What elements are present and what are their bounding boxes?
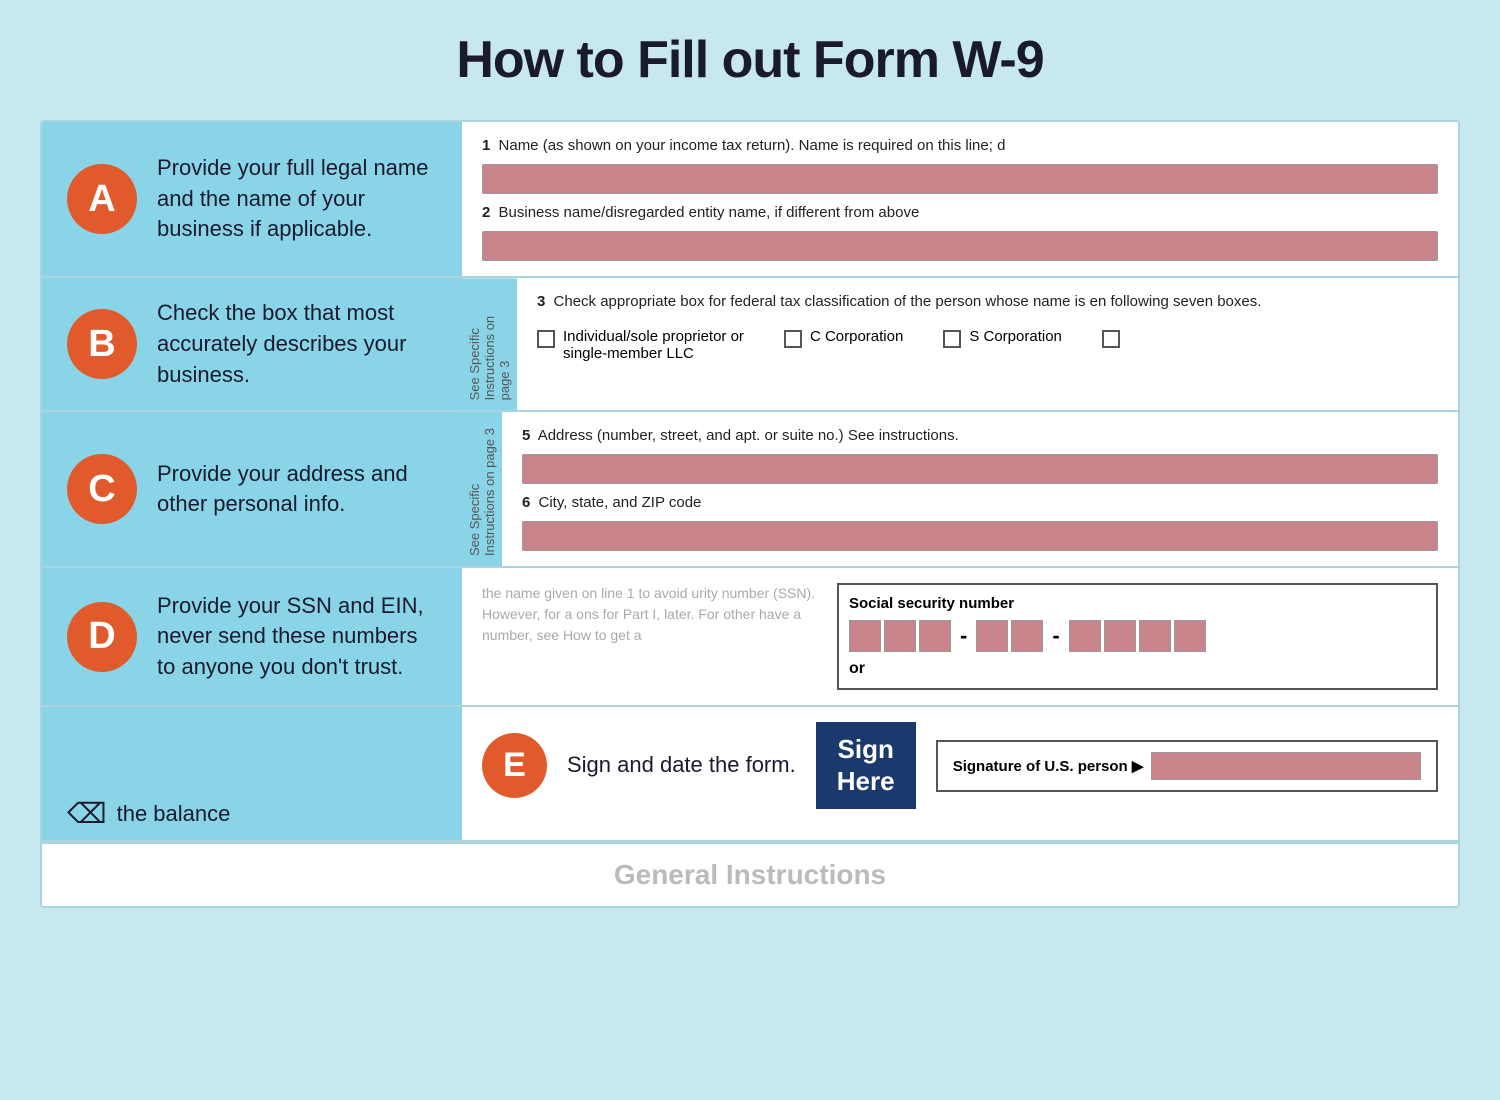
ssn-hint-text: the name given on line 1 to avoid urity … <box>482 583 822 646</box>
signature-label: Signature of U.S. person ▶ <box>953 757 1144 775</box>
ssn-cell-7[interactable] <box>1104 620 1136 652</box>
sign-here-box: Sign Here <box>816 722 916 808</box>
section-b-fields: 3 Check appropriate box for federal tax … <box>517 278 1458 410</box>
checkbox-c-corp-label: C Corporation <box>810 328 903 345</box>
badge-b: B <box>67 309 137 379</box>
section-c-left: C Provide your address and other persona… <box>42 412 462 566</box>
badge-a: A <box>67 164 137 234</box>
ssn-group-3 <box>1069 620 1206 652</box>
section-b-side-text: See Specific Instructions on page 3 <box>462 278 517 410</box>
row-c: C Provide your address and other persona… <box>42 412 1458 568</box>
ssn-label: Social security number <box>849 595 1426 612</box>
checkbox-individual-box[interactable] <box>537 330 555 348</box>
logo-area: ⌫ the balance <box>62 797 442 830</box>
section-c-description: Provide your address and other personal … <box>157 459 437 521</box>
ssn-cell-8[interactable] <box>1139 620 1171 652</box>
ssn-group-1 <box>849 620 951 652</box>
field2-input[interactable] <box>482 231 1438 261</box>
sign-here-line1: Sign <box>834 734 898 765</box>
checkbox-extra-box[interactable] <box>1102 330 1120 348</box>
signature-input[interactable] <box>1151 752 1421 780</box>
page-title: How to Fill out Form W-9 <box>40 30 1460 90</box>
logo-text: the balance <box>117 801 231 827</box>
ssn-cell-4[interactable] <box>976 620 1008 652</box>
section-d-description: Provide your SSN and EIN, never send the… <box>157 591 437 683</box>
logo-icon: ⌫ <box>67 797 107 830</box>
section-c-right-wrapper: See Specific Instructions on page 3 5 Ad… <box>462 412 1458 566</box>
section-c-side-text: See Specific Instructions on page 3 <box>462 412 502 566</box>
checkbox-c-corp-box[interactable] <box>784 330 802 348</box>
badge-d: D <box>67 602 137 672</box>
ssn-cell-1[interactable] <box>849 620 881 652</box>
field6-label: 6 City, state, and ZIP code <box>522 494 1438 511</box>
ssn-box: Social security number - - <box>837 583 1438 690</box>
signature-field: Signature of U.S. person ▶ <box>936 740 1438 792</box>
section-a-left: A Provide your full legal name and the n… <box>42 122 462 276</box>
ssn-or-label: or <box>849 660 1426 678</box>
section-b-left: B Check the box that most accurately des… <box>42 278 462 410</box>
checkbox-s-corp-label: S Corporation <box>969 328 1062 345</box>
checkbox-s-corp: S Corporation <box>943 328 1062 348</box>
badge-e: E <box>482 733 547 798</box>
section-e-description: Sign and date the form. <box>567 750 796 781</box>
checkboxes-row: Individual/sole proprietor or single-mem… <box>537 328 1438 362</box>
field1-input[interactable] <box>482 164 1438 194</box>
checkbox-s-corp-box[interactable] <box>943 330 961 348</box>
section-b-right-wrapper: See Specific Instructions on page 3 3 Ch… <box>462 278 1458 410</box>
badge-c: C <box>67 454 137 524</box>
section-e-right: E Sign and date the form. Sign Here Sign… <box>462 707 1458 840</box>
checkbox-individual-label: Individual/sole proprietor or single-mem… <box>563 328 744 362</box>
section-d-right: the name given on line 1 to avoid urity … <box>462 568 1458 705</box>
ssn-cell-5[interactable] <box>1011 620 1043 652</box>
row-b: B Check the box that most accurately des… <box>42 278 1458 412</box>
section-d-left: D Provide your SSN and EIN, never send t… <box>42 568 462 705</box>
row-e: ⌫ the balance E Sign and date the form. … <box>42 707 1458 842</box>
ssn-cell-9[interactable] <box>1174 620 1206 652</box>
row-a: A Provide your full legal name and the n… <box>42 122 1458 278</box>
main-container: A Provide your full legal name and the n… <box>40 120 1460 908</box>
field3-label: 3 Check appropriate box for federal tax … <box>537 293 1438 310</box>
field1-label: 1 Name (as shown on your income tax retu… <box>482 137 1438 154</box>
field2-label: 2 Business name/disregarded entity name,… <box>482 204 1438 221</box>
checkbox-c-corp: C Corporation <box>784 328 903 348</box>
ssn-cell-3[interactable] <box>919 620 951 652</box>
ssn-dash-1: - <box>960 623 967 649</box>
sign-row: E Sign and date the form. Sign Here Sign… <box>482 722 1438 808</box>
ssn-section: the name given on line 1 to avoid urity … <box>482 583 1438 690</box>
general-instructions-label: General Instructions <box>42 842 1458 906</box>
ssn-cell-2[interactable] <box>884 620 916 652</box>
checkbox-individual: Individual/sole proprietor or single-mem… <box>537 328 744 362</box>
field5-input[interactable] <box>522 454 1438 484</box>
sign-here-line2: Here <box>834 766 898 797</box>
ssn-group-2 <box>976 620 1043 652</box>
ssn-cell-6[interactable] <box>1069 620 1101 652</box>
ssn-dash-2: - <box>1052 623 1059 649</box>
field6-input[interactable] <box>522 521 1438 551</box>
field5-label: 5 Address (number, street, and apt. or s… <box>522 427 1438 444</box>
section-e-left: ⌫ the balance <box>42 707 462 840</box>
row-d: D Provide your SSN and EIN, never send t… <box>42 568 1458 707</box>
section-a-description: Provide your full legal name and the nam… <box>157 153 437 245</box>
section-c-fields: 5 Address (number, street, and apt. or s… <box>502 412 1458 566</box>
section-a-right: 1 Name (as shown on your income tax retu… <box>462 122 1458 276</box>
section-b-description: Check the box that most accurately descr… <box>157 298 437 390</box>
ssn-input-boxes: - - <box>849 620 1426 652</box>
